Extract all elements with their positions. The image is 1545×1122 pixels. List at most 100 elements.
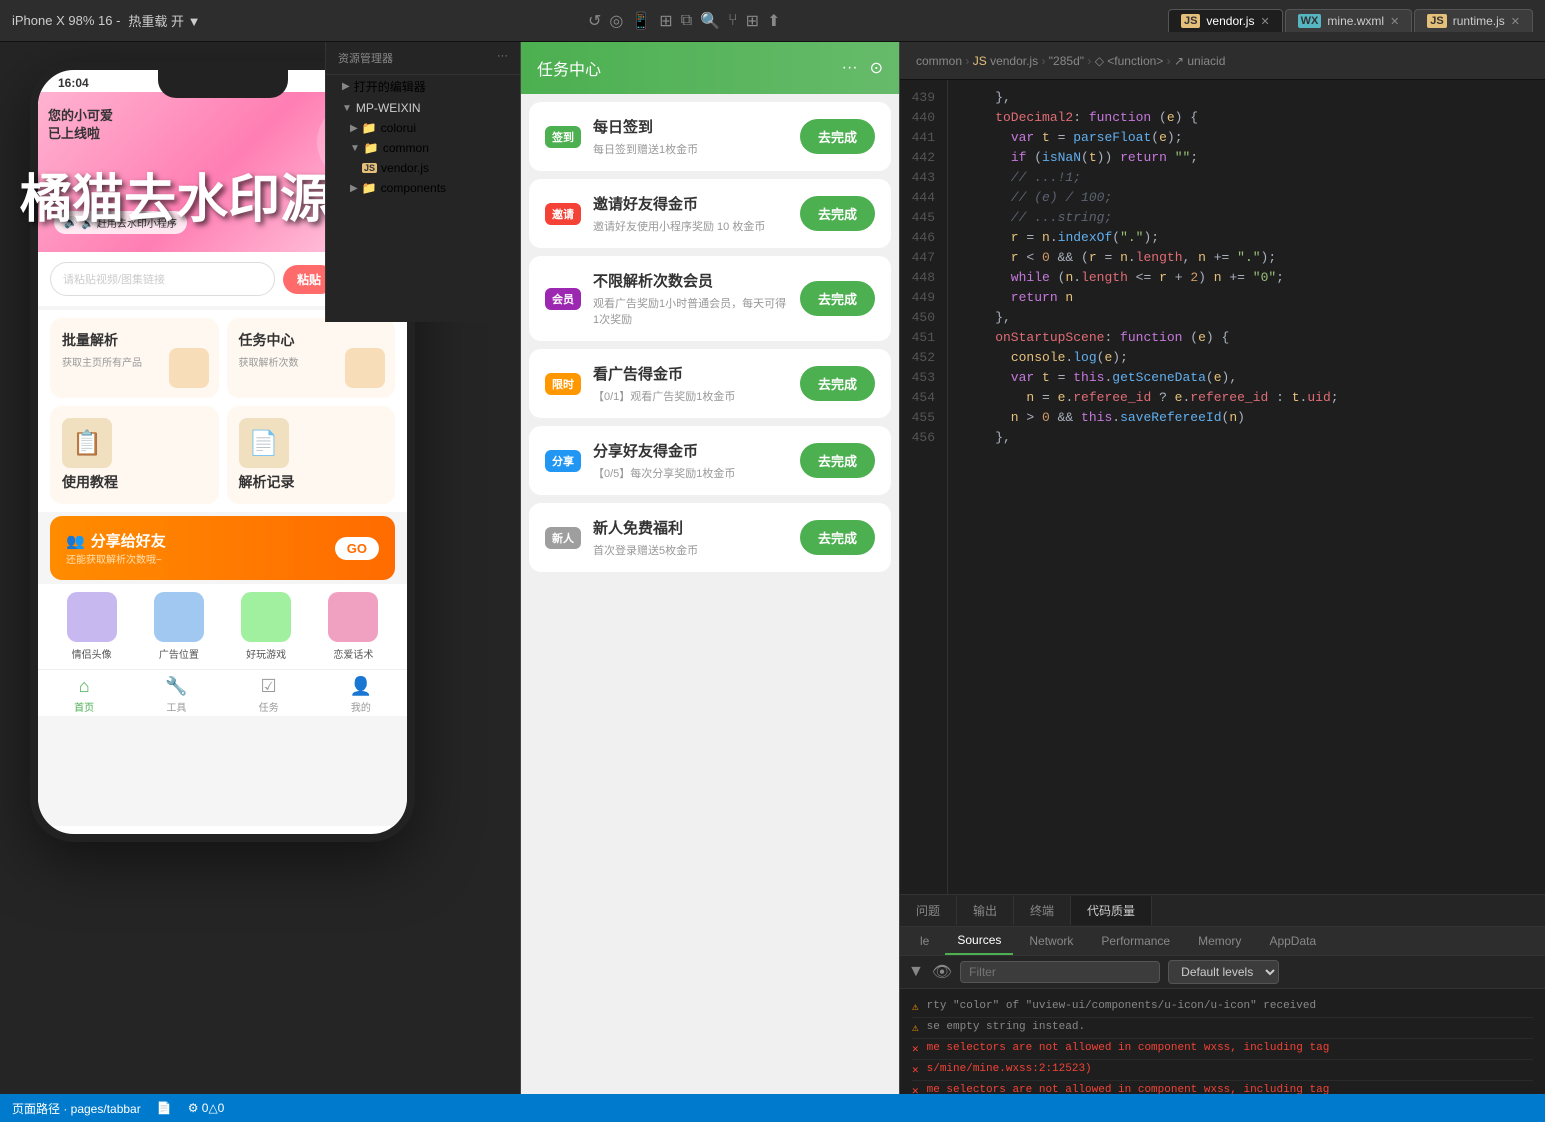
code-line: onStartupScene: function (e) { [964,328,1529,348]
eye-icon[interactable]: 👁 [932,962,952,982]
devtools-tab-performance[interactable]: Performance [1089,928,1182,954]
tab-home[interactable]: ⌂ 首页 [38,676,130,714]
code-line: console.log(e); [964,348,1529,368]
task-item: 限时 看广告得金币 【0/1】观看广告奖励1枚金币 去完成 [529,349,891,418]
console-line: ✕s/mine/mine.wxss:2:12523) [912,1060,1533,1081]
task-more-icon[interactable]: ··· [842,59,858,77]
bottom-icon-game[interactable]: 好玩游戏 [225,592,308,661]
task-title-3: 看广告得金币 [593,363,788,384]
task-info-5: 新人免费福利 首次登录赠送5枚金币 [593,517,788,558]
line-number: 452 [900,348,935,368]
file-tree-vendor-js[interactable]: JS vendor.js [326,158,520,178]
file-explorer-more[interactable]: ··· [497,50,508,66]
task-complete-btn-0[interactable]: 去完成 [800,119,875,154]
devtools-tab-appdata[interactable]: AppData [1257,928,1328,954]
tab-tools[interactable]: 🔧 工具 [130,676,222,714]
level-select[interactable]: Default levels Verbose Info Warnings Err… [1168,960,1279,984]
tab-runtime-js[interactable]: JS runtime.js ✕ [1414,9,1533,32]
tab-vendor-js-label: vendor.js [1206,14,1254,28]
share-banner-text: 分享给好友 [91,530,166,551]
tab-vendor-js-close[interactable]: ✕ [1260,15,1269,28]
paste-input-field[interactable]: 请粘贴视频/图集链接 [50,262,275,296]
line-number: 453 [900,368,935,388]
devtools-tab-network[interactable]: Network [1017,928,1085,954]
tab-mine[interactable]: 👤 我的 [315,676,407,714]
grid-item-batch[interactable]: 批量解析 获取主页所有产品 [50,318,219,398]
devtools-tabs: le Sources Network Performance Memory Ap… [900,927,1545,956]
console-line: ✕me selectors are not allowed in compone… [912,1039,1533,1060]
bottom-tab-problems[interactable]: 问题 [900,896,957,925]
tab-vendor-js[interactable]: JS vendor.js ✕ [1168,9,1283,32]
tab-mine-wxml-close[interactable]: ✕ [1390,15,1399,28]
line-number: 454 [900,388,935,408]
bottom-icon-couple[interactable]: 情侣头像 [50,592,133,661]
bottom-tab-terminal[interactable]: 终端 [1014,896,1071,925]
task-camera-icon[interactable]: ⊙ [870,58,883,78]
file-tree-colorui[interactable]: ▶ 📁 colorui [326,118,520,138]
bottom-icon-ad[interactable]: 广告位置 [137,592,220,661]
task-complete-btn-2[interactable]: 去完成 [800,281,875,316]
code-body[interactable]: }, toDecimal2: function (e) { var t = pa… [948,80,1545,894]
task-item: 邀请 邀请好友得金币 邀请好友使用小程序奖励 10 枚金币 去完成 [529,179,891,248]
line-number: 450 [900,308,935,328]
task-item: 新人 新人免费福利 首次登录赠送5枚金币 去完成 [529,503,891,572]
grid-item-history[interactable]: 📄 解析记录 [227,406,396,504]
filter-input[interactable] [960,961,1160,983]
ad-icon [154,592,204,642]
code-line: // ...!1; [964,168,1529,188]
status-coords: ⚙ 0△0 [188,1101,225,1115]
bottom-tabs: 问题 输出 终端 代码质量 [900,895,1545,927]
search-icon[interactable]: 🔍 [700,11,720,31]
code-line: // ...string; [964,208,1529,228]
task-center-title: 任务中心 [537,56,601,80]
devtools-tab-memory[interactable]: Memory [1186,928,1253,954]
share-title: 👥 分享给好友 [66,530,166,551]
grid-item-tutorial-title: 使用教程 [62,472,207,492]
game-icon [241,592,291,642]
task-badge-5: 新人 [545,527,581,549]
sep4: › [1167,54,1174,68]
tasks-icon: ☑ [261,676,277,697]
stop-icon[interactable]: ◎ [609,11,623,31]
device-label: iPhone X 98% 16 - [12,13,120,28]
tab-mine-wxml[interactable]: WX mine.wxml ✕ [1285,9,1413,32]
filter-dropdown-icon[interactable]: ▼ [908,963,924,981]
grid-item-task[interactable]: 任务中心 获取解析次数 [227,318,396,398]
mine-icon: 👤 [350,676,372,697]
bottom-tab-output[interactable]: 输出 [957,896,1014,925]
task-complete-btn-4[interactable]: 去完成 [800,443,875,478]
upload-icon[interactable]: ⬆ [767,11,780,31]
share-banner[interactable]: 👥 分享给好友 还能获取解析次数哦~ GO [50,516,395,580]
task-info-3: 看广告得金币 【0/1】观看广告奖励1枚金币 [593,363,788,404]
grid-icon-task [345,348,385,388]
devtools-tab-sources[interactable]: Sources [945,927,1013,955]
tab-tasks[interactable]: ☑ 任务 [223,676,315,714]
refresh-icon[interactable]: ↺ [588,11,601,31]
bottom-icon-love[interactable]: 恋爱话术 [312,592,395,661]
branch-icon[interactable]: ⑂ [728,12,738,30]
bottom-tab-quality[interactable]: 代码质量 [1071,896,1152,925]
arrow-icon-5: ▶ [350,183,358,194]
grid-item-tutorial[interactable]: 📋 使用教程 [50,406,219,504]
code-line: n > 0 && this.saveRefereeId(n) [964,408,1529,428]
devtools-tab-elements[interactable]: le [908,928,941,954]
line-number: 446 [900,228,935,248]
share-go-button[interactable]: GO [335,537,379,560]
grid-icon[interactable]: ⊞ [746,11,759,31]
file-tree-open-editors[interactable]: ▶ 打开的编辑器 [326,75,520,98]
task-complete-btn-1[interactable]: 去完成 [800,196,875,231]
top-bar: iPhone X 98% 16 - 热重载 开 ▼ ↺ ◎ 📱 ⊞ ⧉ 🔍 ⑂ … [0,0,1545,42]
file-tree-common[interactable]: ▼ 📁 common [326,138,520,158]
copy-icon[interactable]: ⧉ [681,12,692,30]
file-tree-mp-weixin[interactable]: ▼ MP-WEIXIN [326,98,520,118]
tab-runtime-js-close[interactable]: ✕ [1511,15,1520,28]
task-item: 会员 不限解析次数会员 观看广告奖励1小时普通会员，每天可得1次奖励 去完成 [529,256,891,341]
hotreload-label[interactable]: 热重载 开 ▼ [128,11,200,30]
phone-icon[interactable]: 📱 [631,11,651,31]
task-complete-btn-3[interactable]: 去完成 [800,366,875,401]
task-complete-btn-5[interactable]: 去完成 [800,520,875,555]
file-tree-components[interactable]: ▶ 📁 components [326,178,520,198]
layout-icon[interactable]: ⊞ [659,11,672,31]
app-tab-bar: ⌂ 首页 🔧 工具 ☑ 任务 👤 我的 [38,669,407,716]
file-explorer-header: 资源管理器 ··· [326,42,520,75]
